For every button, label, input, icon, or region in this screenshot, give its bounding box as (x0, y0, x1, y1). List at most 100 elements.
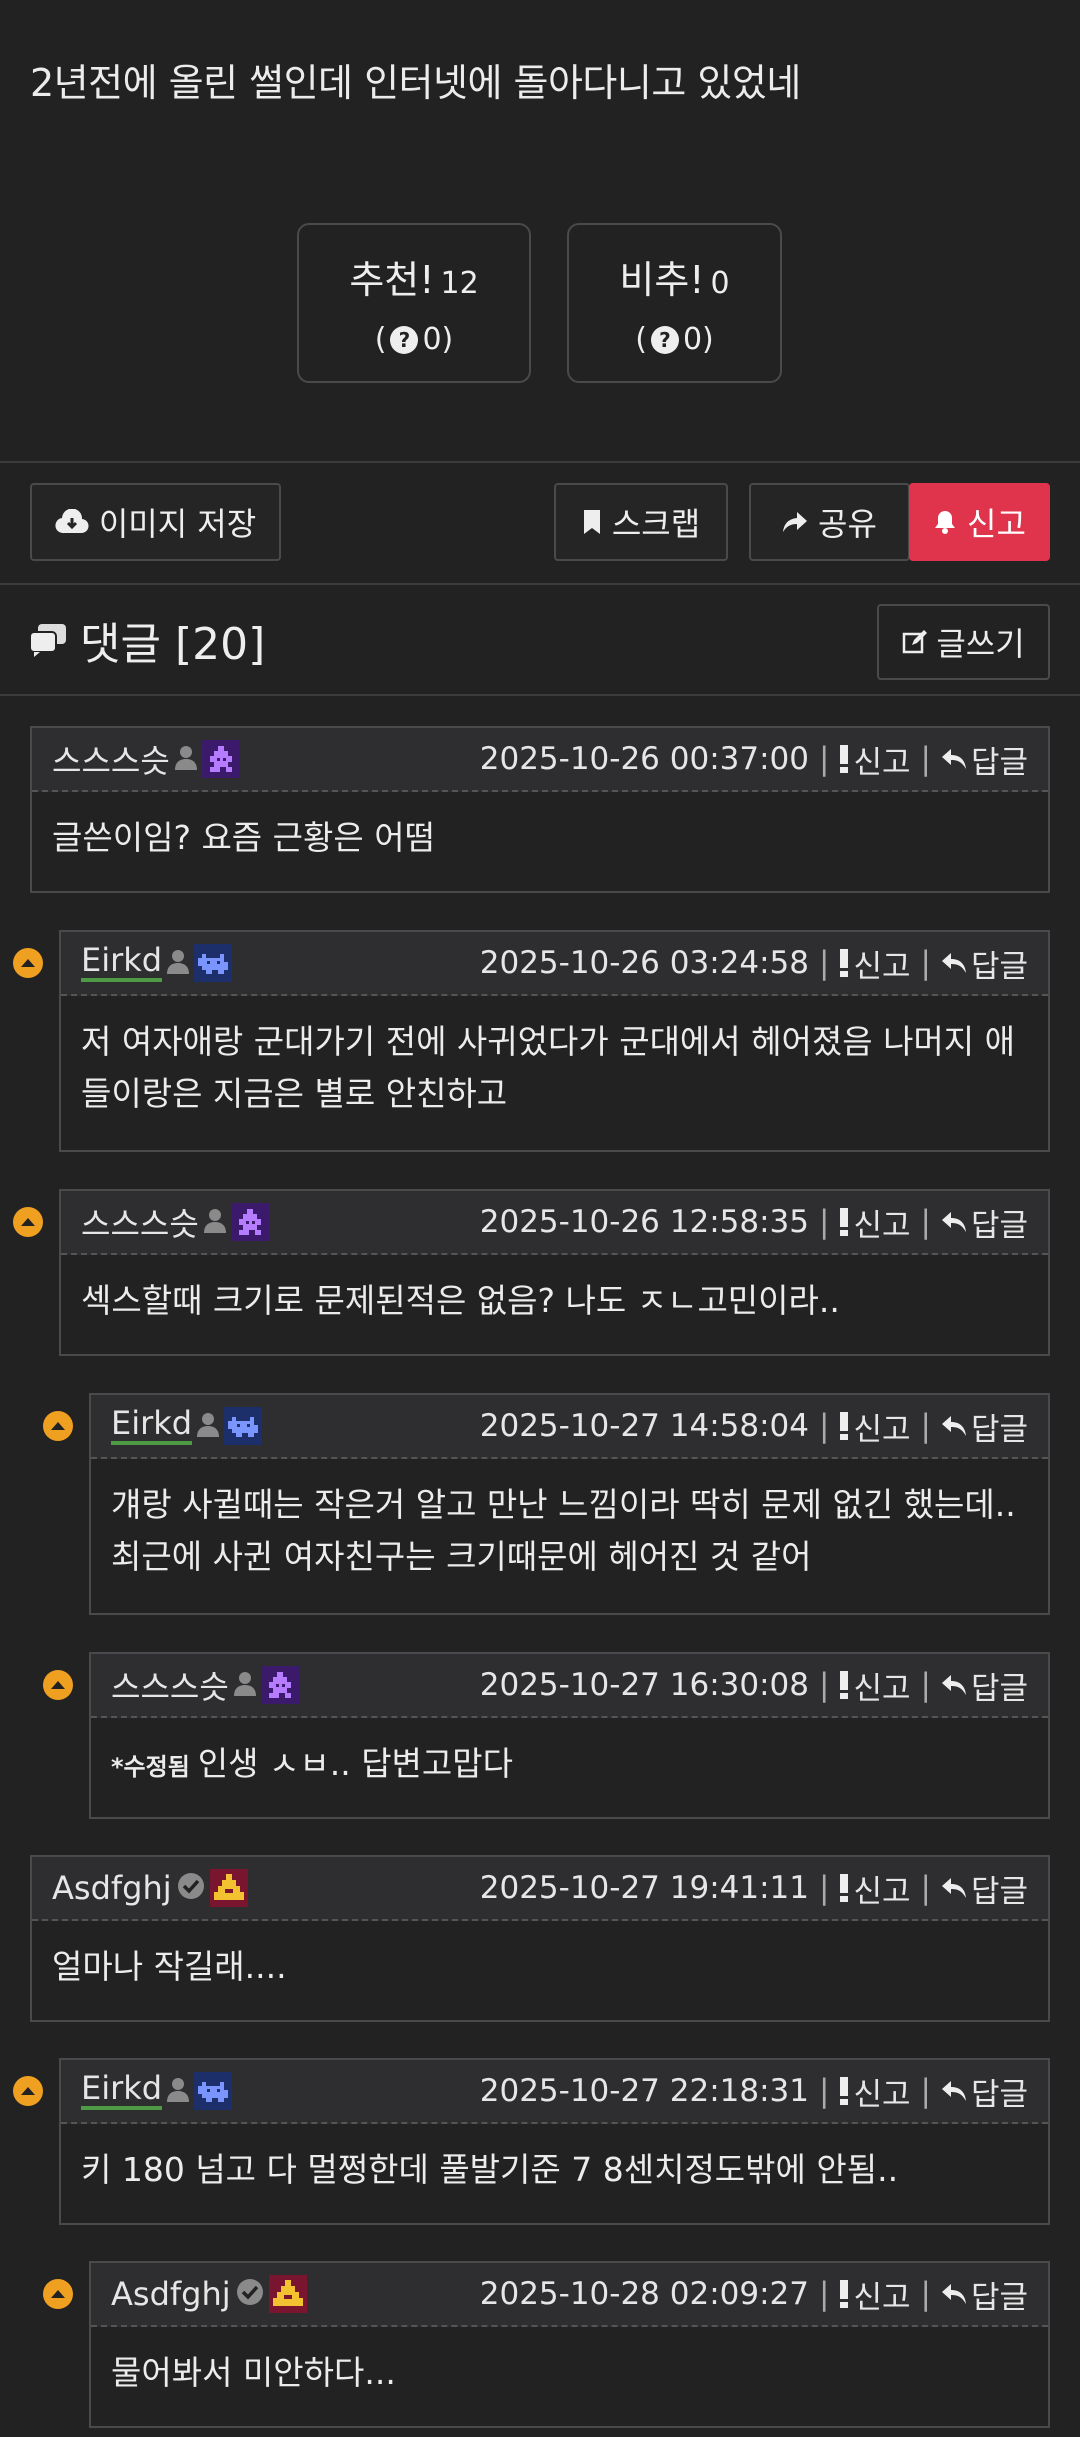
member-badge (166, 2076, 190, 2106)
comment-text: 글쓴이임? 요즘 근황은 어떰 (52, 818, 435, 857)
write-label: 글쓰기 (936, 625, 1025, 663)
member-badge (233, 1670, 257, 1700)
separator: | (920, 741, 931, 777)
comment-body: 섹스할때 크기로 문제된적은 없음? 나도 ㅈㄴ고민이라.. (61, 1255, 1048, 1347)
comment-header: Eirkd 2025-10-27 22:18:31 | 신고 | 답글 (61, 2060, 1048, 2124)
report-post-button[interactable]: 신고 (909, 483, 1050, 561)
comment-report-button[interactable]: 신고 (839, 1404, 911, 1449)
comment-timestamp: 2025-10-27 19:41:11 (479, 1870, 809, 1906)
edited-tag: *수정됨 (111, 1753, 190, 1781)
reply-indicator-icon (13, 948, 43, 978)
comment-item: 스스스슷 2025-10-26 12:58:35 | 신고 | 답글 섹스할때 … (59, 1189, 1050, 1356)
comment-reply-button[interactable]: 답글 (941, 1200, 1028, 1245)
comment-text: 물어봐서 미안하다... (111, 2353, 396, 2392)
separator: | (819, 1870, 830, 1906)
report-text: 신고 (853, 1411, 911, 1448)
report-text: 신고 (853, 1670, 911, 1707)
exclamation-icon (840, 745, 849, 773)
upvote-button[interactable]: 추천! 12 (? 0) (297, 223, 531, 383)
comment-author[interactable]: 스스스슷 (111, 1662, 229, 1708)
separator: | (819, 2276, 830, 2312)
comment-timestamp: 2025-10-27 14:58:04 (479, 1408, 809, 1444)
comment-text: 저 여자애랑 군대가기 전에 사귀었다가 군대에서 헤어졌음 나머지 애들이랑은… (81, 1022, 1015, 1113)
cloud-download-icon (55, 509, 89, 534)
comment-header: Asdfghj 2025-10-28 02:09:27 | 신고 | 답글 (91, 2263, 1048, 2327)
exclamation-icon (840, 1671, 849, 1699)
comment-report-button[interactable]: 신고 (839, 2272, 911, 2317)
comment-text: 얼마나 작길래.... (52, 1947, 287, 1986)
comment-item: 스스스슷 2025-10-26 00:37:00 | 신고 | 답글 글쓴이임?… (30, 726, 1050, 893)
comment-text: 인생 ㅅㅂ.. 답변고맙다 (197, 1744, 513, 1783)
reply-indicator-icon (13, 1207, 43, 1237)
comment-report-button[interactable]: 신고 (839, 1663, 911, 1708)
comment-body: 글쓴이임? 요즘 근황은 어떰 (32, 792, 1048, 884)
write-comment-button[interactable]: 글쓰기 (877, 604, 1050, 680)
reply-arrow-icon (941, 953, 966, 973)
purple-invader-icon (260, 1666, 299, 1704)
comment-report-button[interactable]: 신고 (839, 1200, 911, 1245)
exclamation-icon (840, 1412, 849, 1440)
gold-ship-icon (268, 2275, 307, 2313)
scrap-label: 스크랩 (611, 505, 701, 543)
comment-timestamp: 2025-10-26 03:24:58 (479, 945, 809, 981)
comment-reply-button[interactable]: 답글 (941, 1663, 1028, 1708)
comment-reply-button[interactable]: 답글 (941, 2069, 1028, 2114)
reply-indicator-icon (43, 1670, 73, 1700)
report-text: 신고 (853, 2279, 911, 2316)
upvote-count: 12 (440, 266, 479, 301)
separator: | (920, 945, 931, 981)
comments-icon (29, 624, 66, 657)
comment-author[interactable]: 스스스슷 (52, 736, 170, 782)
comment-reply-button[interactable]: 답글 (941, 941, 1028, 986)
exclamation-icon (840, 949, 849, 977)
reply-text: 답글 (970, 1670, 1028, 1707)
save-image-button[interactable]: 이미지 저장 (30, 483, 281, 561)
comment-author[interactable]: Eirkd (111, 1407, 193, 1445)
reply-text: 답글 (970, 2076, 1028, 2113)
post-title: 2년전에 올린 썰인데 인터넷에 돌아다니고 있었네 (30, 61, 801, 105)
downvote-label: 비추! (619, 258, 705, 302)
exclamation-icon (840, 1208, 849, 1236)
comment-text: 섹스할때 크기로 문제된적은 없음? 나도 ㅈㄴ고민이라.. (81, 1281, 840, 1320)
downvote-count: 0 (710, 266, 730, 301)
comment-reply-button[interactable]: 답글 (941, 1866, 1028, 1911)
reply-arrow-icon (941, 1416, 966, 1436)
reply-arrow-icon (941, 1675, 966, 1695)
separator: | (920, 2073, 931, 2109)
verified-check-icon (236, 2279, 263, 2305)
reply-text: 답글 (970, 1411, 1028, 1448)
scrap-button[interactable]: 스크랩 (554, 483, 728, 561)
separator: | (920, 1870, 931, 1906)
comment-item: Asdfghj 2025-10-27 19:41:11 | 신고 | 답글 얼마… (30, 1855, 1050, 2022)
report-label: 신고 (967, 505, 1026, 543)
comment-reply-button[interactable]: 답글 (941, 737, 1028, 782)
exclamation-icon (840, 2280, 849, 2308)
comment-report-button[interactable]: 신고 (839, 2069, 911, 2114)
comment-report-button[interactable]: 신고 (839, 941, 911, 986)
reply-arrow-icon (941, 2284, 966, 2304)
comment-reply-button[interactable]: 답글 (941, 2272, 1028, 2317)
member-badge (166, 948, 190, 978)
comment-report-button[interactable]: 신고 (839, 737, 911, 782)
comment-author[interactable]: Eirkd (81, 944, 163, 982)
verified-check-icon (177, 1873, 204, 1899)
question-icon: ? (390, 325, 419, 354)
upvote-sub-count: 0 (422, 322, 442, 357)
comment-timestamp: 2025-10-28 02:09:27 (479, 2276, 809, 2312)
comment-author[interactable]: 스스스슷 (81, 1199, 199, 1245)
bookmark-icon (583, 510, 600, 534)
member-badge (196, 1411, 220, 1441)
divider (0, 583, 1080, 585)
comment-author[interactable]: Eirkd (81, 2072, 163, 2110)
comment-author[interactable]: Asdfghj (111, 2275, 231, 2313)
reply-text: 답글 (970, 1207, 1028, 1244)
comment-reply-button[interactable]: 답글 (941, 1404, 1028, 1449)
report-text: 신고 (853, 1207, 911, 1244)
comment-report-button[interactable]: 신고 (839, 1866, 911, 1911)
share-button[interactable]: 공유 (749, 483, 910, 561)
person-icon (233, 1672, 256, 1696)
upvote-label: 추천! (349, 258, 435, 302)
comment-author[interactable]: Asdfghj (52, 1869, 172, 1907)
report-text: 신고 (853, 1873, 911, 1910)
downvote-button[interactable]: 비추! 0 (? 0) (567, 223, 782, 383)
